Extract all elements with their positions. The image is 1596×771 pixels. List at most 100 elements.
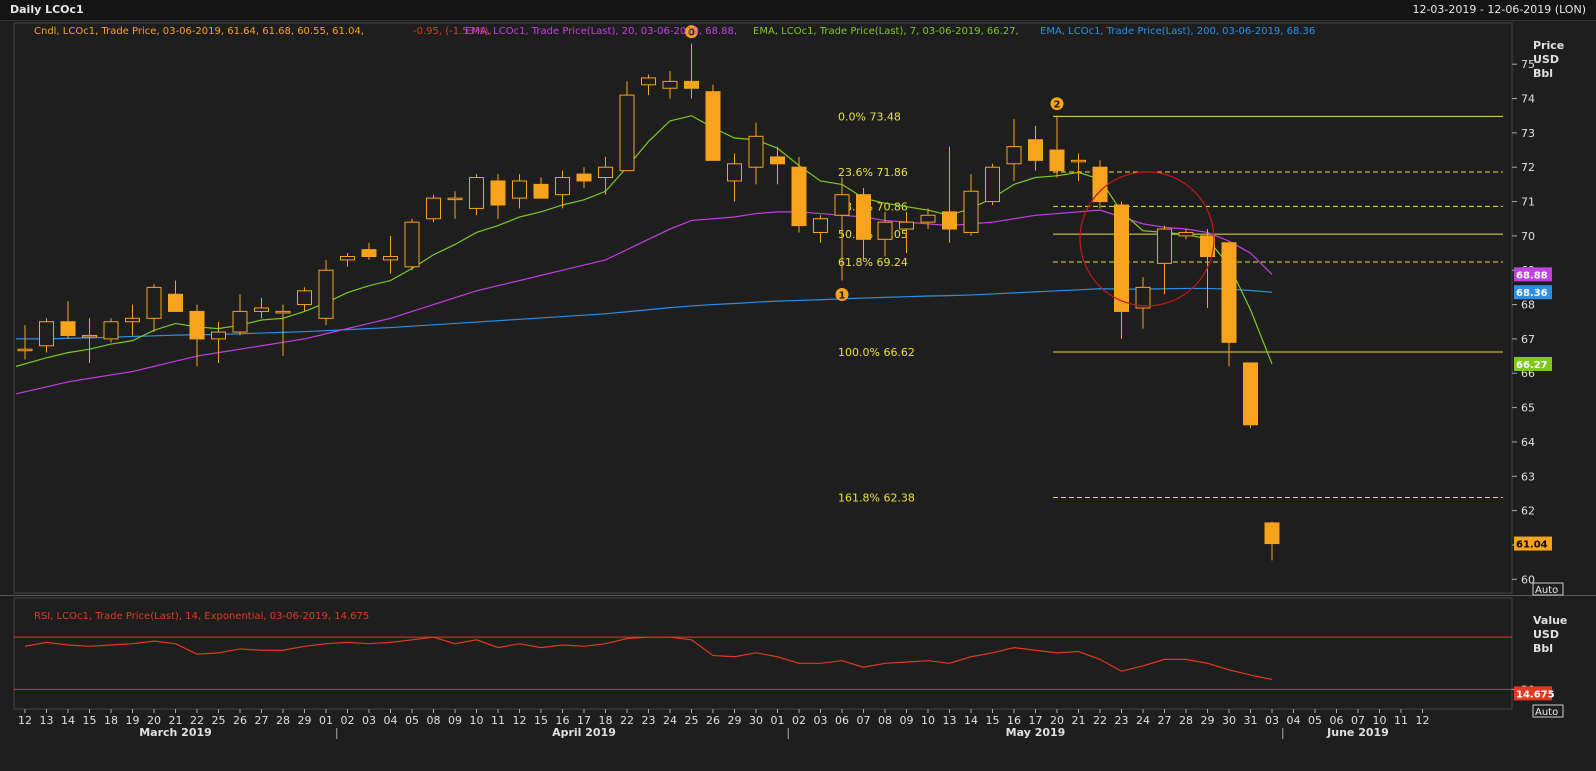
rsi-axis-title: USD [1533,628,1559,641]
x-tick-label: 27 [255,714,269,727]
candle[interactable] [985,163,1000,205]
x-tick-label: 01 [771,714,785,727]
candle[interactable] [705,84,721,161]
price-axis-title: Price [1533,39,1564,52]
x-tick-label: 04 [1287,714,1301,727]
candle-body [1264,522,1280,545]
x-tick-label: 14 [61,714,75,727]
x-tick-label: 05 [1308,714,1322,727]
x-tick-label: 25 [685,714,699,727]
date-range[interactable]: 12-03-2019 - 12-06-2019 (LON) [1412,3,1586,16]
x-tick-label: 22 [620,714,634,727]
price-badge: 68.88 [1514,267,1552,282]
candle-body [770,156,785,165]
candle-body [791,166,807,227]
candle-body [727,163,742,182]
price-tick-label: 68 [1521,299,1535,312]
wave-marker-label: 2 [1054,100,1061,111]
candle-body [82,334,97,338]
candle-body [920,214,936,223]
candle-body [619,94,635,172]
x-tick-label: 10 [470,714,484,727]
candle-body [426,197,441,220]
legend-candle: Cndl, LCOc1, Trade Price, 03-06-2019, 61… [34,26,364,37]
candle-body [469,177,484,209]
x-tick-label: 21 [1072,714,1086,727]
legend-rsi: RSI, LCOc1, Trade Price(Last), 14, Expon… [34,611,369,622]
price-tick-label: 70 [1521,230,1535,243]
fib-label: 50.0% 70.05 [838,228,908,241]
candle-body [125,317,140,323]
candle[interactable] [103,318,119,343]
candle[interactable] [426,194,441,223]
price-badge: 61.04 [1514,536,1552,551]
price-badge: 66.27 [1514,356,1552,371]
month-label: April 2019 [552,726,616,739]
x-tick-label: 29 [298,714,312,727]
candle[interactable] [1092,160,1108,209]
price-badge-text: 68.36 [1516,288,1548,299]
candle-body [598,166,613,179]
x-tick-label: 22 [1093,714,1107,727]
price-badge: 68.36 [1514,285,1552,300]
auto-scale-label[interactable]: Auto [1535,585,1558,596]
x-tick-label: 30 [749,714,763,727]
candle-body [254,307,269,312]
price-tick-label: 74 [1521,93,1535,106]
fib-label: 0.0% 73.48 [838,110,901,123]
candle-body [985,166,1000,203]
x-tick-label: 31 [1244,714,1258,727]
x-tick-label: 27 [1158,714,1172,727]
chart-window: Daily LCOc1 12-03-2019 - 12-06-2019 (LON… [0,0,1596,771]
auto-scale-label[interactable]: Auto [1535,707,1558,718]
x-tick-label: 19 [126,714,140,727]
price-tick-label: 71 [1521,196,1535,209]
candle[interactable] [404,218,420,271]
x-tick-label: 26 [706,714,720,727]
x-tick-label: 23 [1115,714,1129,727]
x-tick-label: 04 [384,714,398,727]
candle-body [447,197,463,201]
candle-body [146,286,162,319]
x-tick-label: 18 [104,714,118,727]
candle-body [1071,159,1086,163]
x-tick-label: 12 [513,714,527,727]
candle-body [361,249,377,257]
candle-body [318,269,334,319]
candle-body [1006,146,1022,165]
x-tick-label: 02 [341,714,355,727]
x-tick-label: 23 [642,714,656,727]
candle[interactable] [619,81,635,172]
candle-body [705,91,721,161]
x-tick-label: 29 [728,714,742,727]
candle-body [232,310,248,333]
x-tick-label: 12 [18,714,32,727]
price-tick-label: 72 [1521,161,1535,174]
candle[interactable] [791,156,807,233]
price-tick-label: 73 [1521,127,1535,140]
price-badge-text: 61.04 [1516,540,1548,551]
x-tick-label: 29 [1201,714,1215,727]
price-badge-text: 66.27 [1516,360,1548,371]
candle[interactable] [1243,362,1258,429]
candle-body [39,321,54,347]
month-label: March 2019 [139,726,212,739]
x-tick-label: 08 [878,714,892,727]
x-tick-label: 11 [491,714,505,727]
month-label: June 2019 [1326,726,1389,739]
x-tick-label: 09 [448,714,462,727]
x-tick-label: 03 [1265,714,1279,727]
x-tick-label: 01 [319,714,333,727]
legend-ema200: EMA, LCOc1, Trade Price(Last), 200, 03-0… [1040,26,1315,37]
candle-body [1157,228,1172,264]
x-tick-label: 14 [964,714,978,727]
candle-body [60,321,76,336]
x-tick-label: 15 [986,714,1000,727]
chart-canvas[interactable]: 0.0% 73.4823.6% 71.8638.2% 70.8650.0% 70… [0,21,1596,771]
price-tick-label: 62 [1521,505,1535,518]
candle-body [963,190,979,233]
fib-label: 61.8% 69.24 [838,256,908,269]
rsi-badge-text: 14.675 [1516,689,1555,700]
x-tick-label: 11 [1394,714,1408,727]
price-tick-label: 65 [1521,402,1535,415]
